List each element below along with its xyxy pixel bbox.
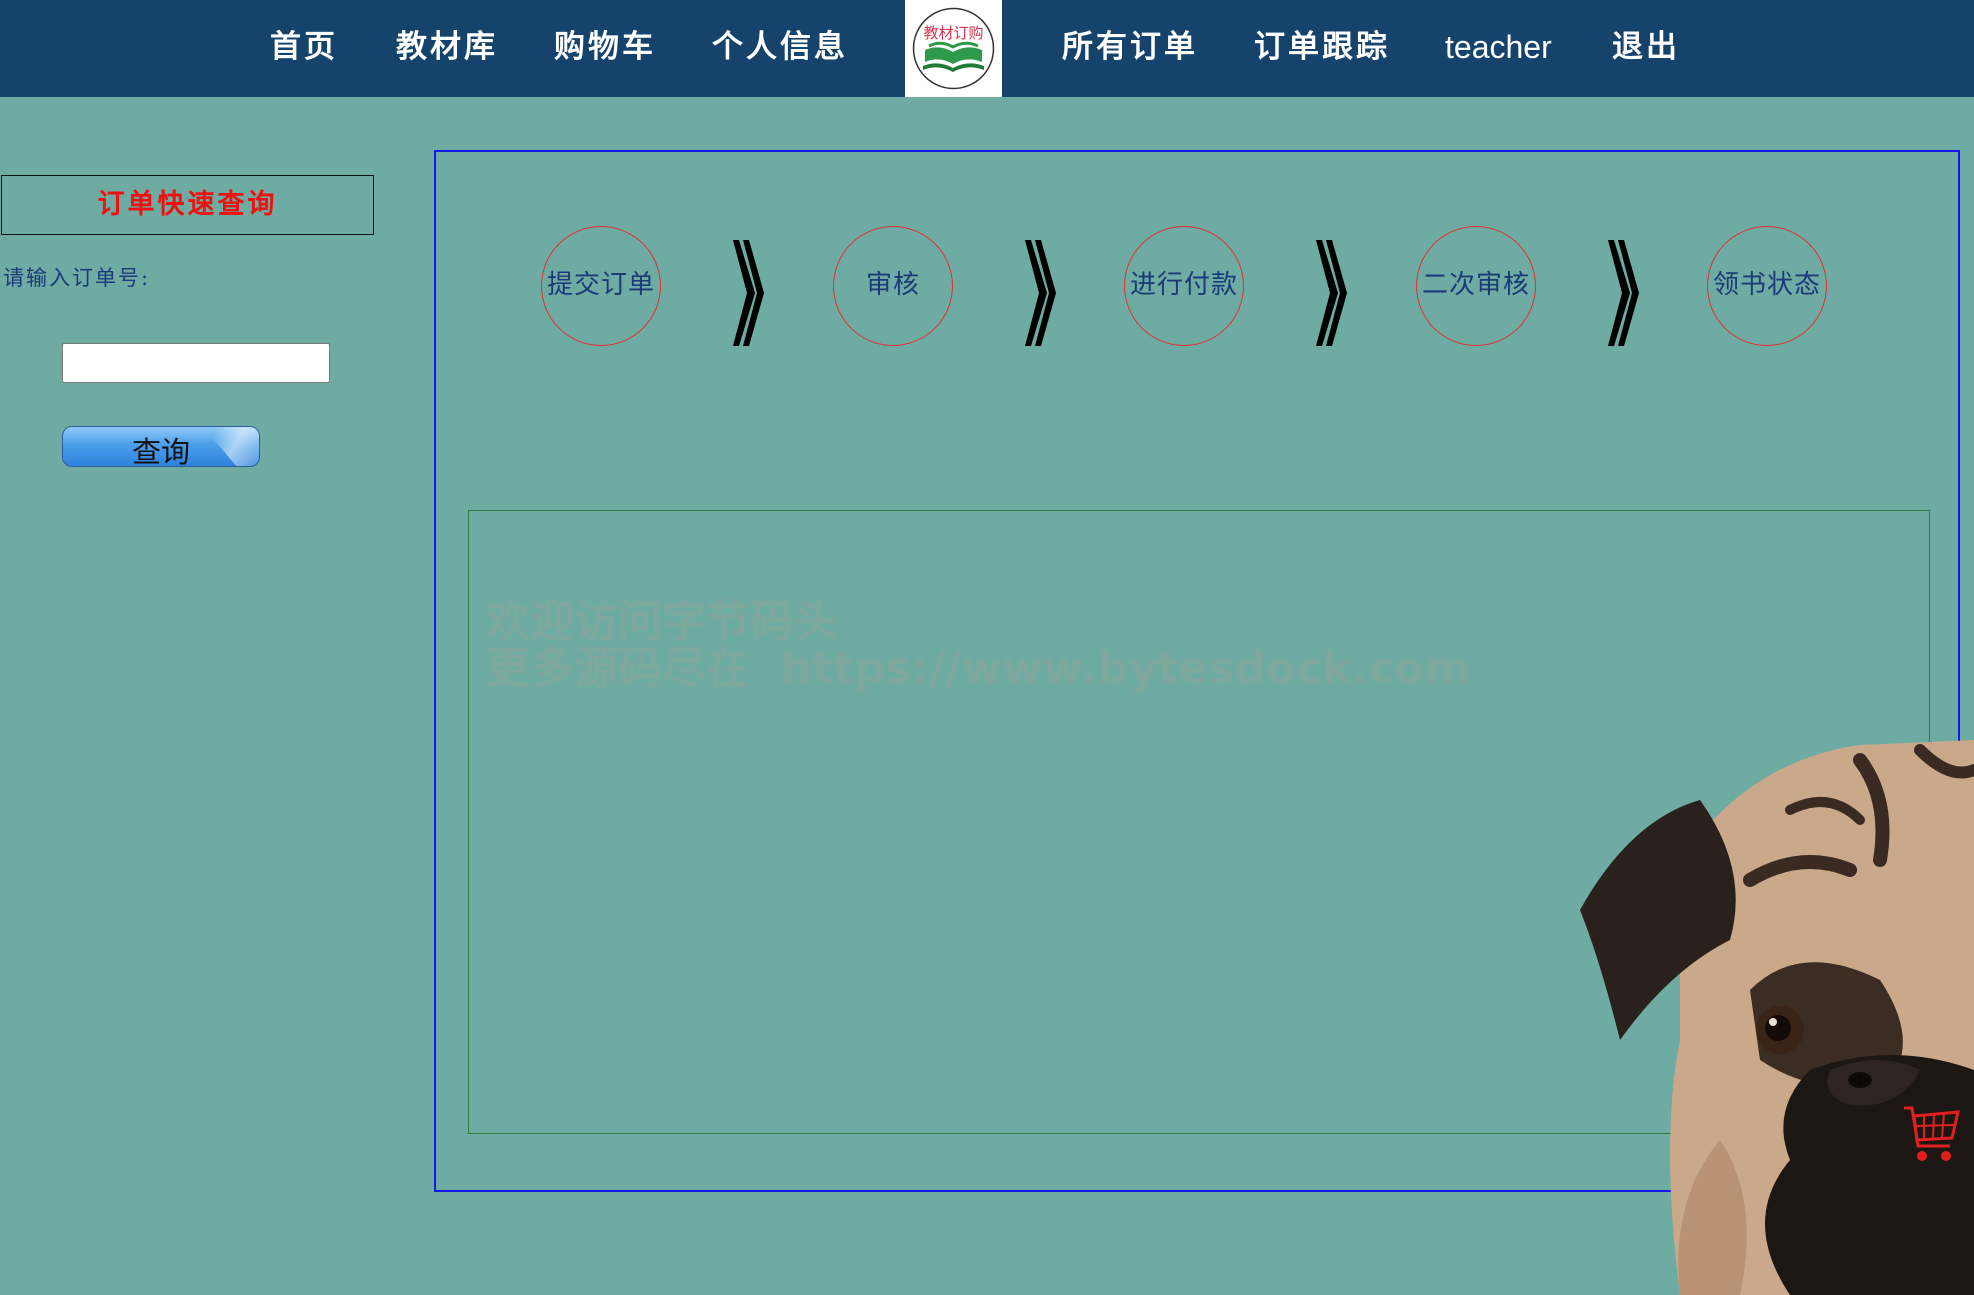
- book-logo-icon: 教材订购: [912, 7, 995, 90]
- search-button-label: 查询: [131, 435, 190, 467]
- nav-personal-info[interactable]: 个人信息: [712, 0, 848, 94]
- nav-order-tracking[interactable]: 订单跟踪: [1254, 0, 1390, 94]
- site-logo[interactable]: 教材订购: [905, 0, 1002, 97]
- quick-search-title: 订单快速查询: [1, 175, 374, 235]
- top-navigation-bar: 首页 教材库 购物车 个人信息 教材订购 所有订单 订单跟踪 teacher 退…: [0, 0, 1974, 97]
- order-number-label: 请输入订单号:: [3, 266, 151, 290]
- step-review: 审核: [833, 226, 953, 346]
- order-number-input[interactable]: [62, 343, 330, 383]
- pug-dog-image: [1580, 740, 1974, 1295]
- step-second-review: 二次审核: [1416, 226, 1536, 346]
- nav-username[interactable]: teacher: [1445, 0, 1552, 94]
- step-book-pickup-status: 领书状态: [1707, 226, 1827, 346]
- double-chevron-right-icon: [1316, 240, 1347, 346]
- watermark: 欢迎访问字节码头 更多源码尽在 https://www.bytesdock.co…: [486, 598, 1470, 692]
- nav-shopping-cart[interactable]: 购物车: [554, 0, 656, 94]
- nav-home[interactable]: 首页: [270, 0, 338, 94]
- watermark-line-1: 欢迎访问字节码头: [486, 596, 838, 647]
- watermark-line-2: 更多源码尽在 https://www.bytesdock.com: [486, 643, 1471, 694]
- step-payment: 进行付款: [1124, 226, 1244, 346]
- logo-text: 教材订购: [923, 24, 983, 42]
- double-chevron-right-icon: [1025, 240, 1056, 346]
- step-submit-order: 提交订单: [541, 226, 661, 346]
- double-chevron-right-icon: [1608, 240, 1639, 346]
- nav-textbook-library[interactable]: 教材库: [396, 0, 498, 94]
- nav-all-orders[interactable]: 所有订单: [1062, 0, 1198, 94]
- search-button[interactable]: 查询: [62, 426, 260, 467]
- double-chevron-right-icon: [733, 240, 764, 346]
- button-shine: [203, 427, 259, 466]
- shopping-cart-icon[interactable]: [1902, 1104, 1960, 1164]
- nav-logout[interactable]: 退出: [1612, 0, 1680, 94]
